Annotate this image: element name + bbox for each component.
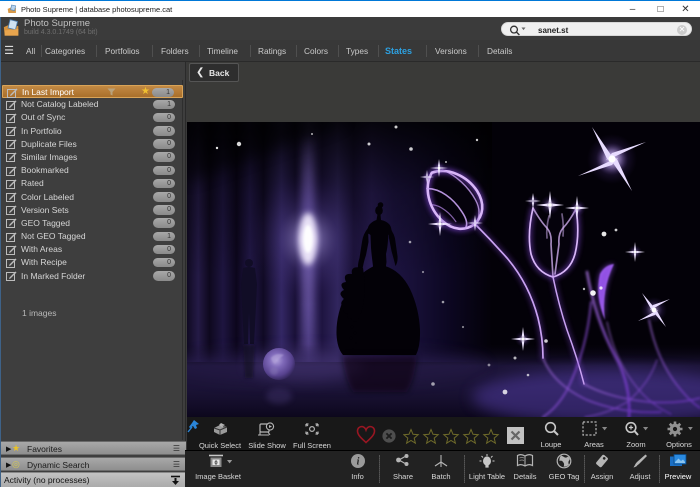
- svg-text:i: i: [356, 457, 359, 468]
- svg-text:0: 0: [214, 460, 217, 466]
